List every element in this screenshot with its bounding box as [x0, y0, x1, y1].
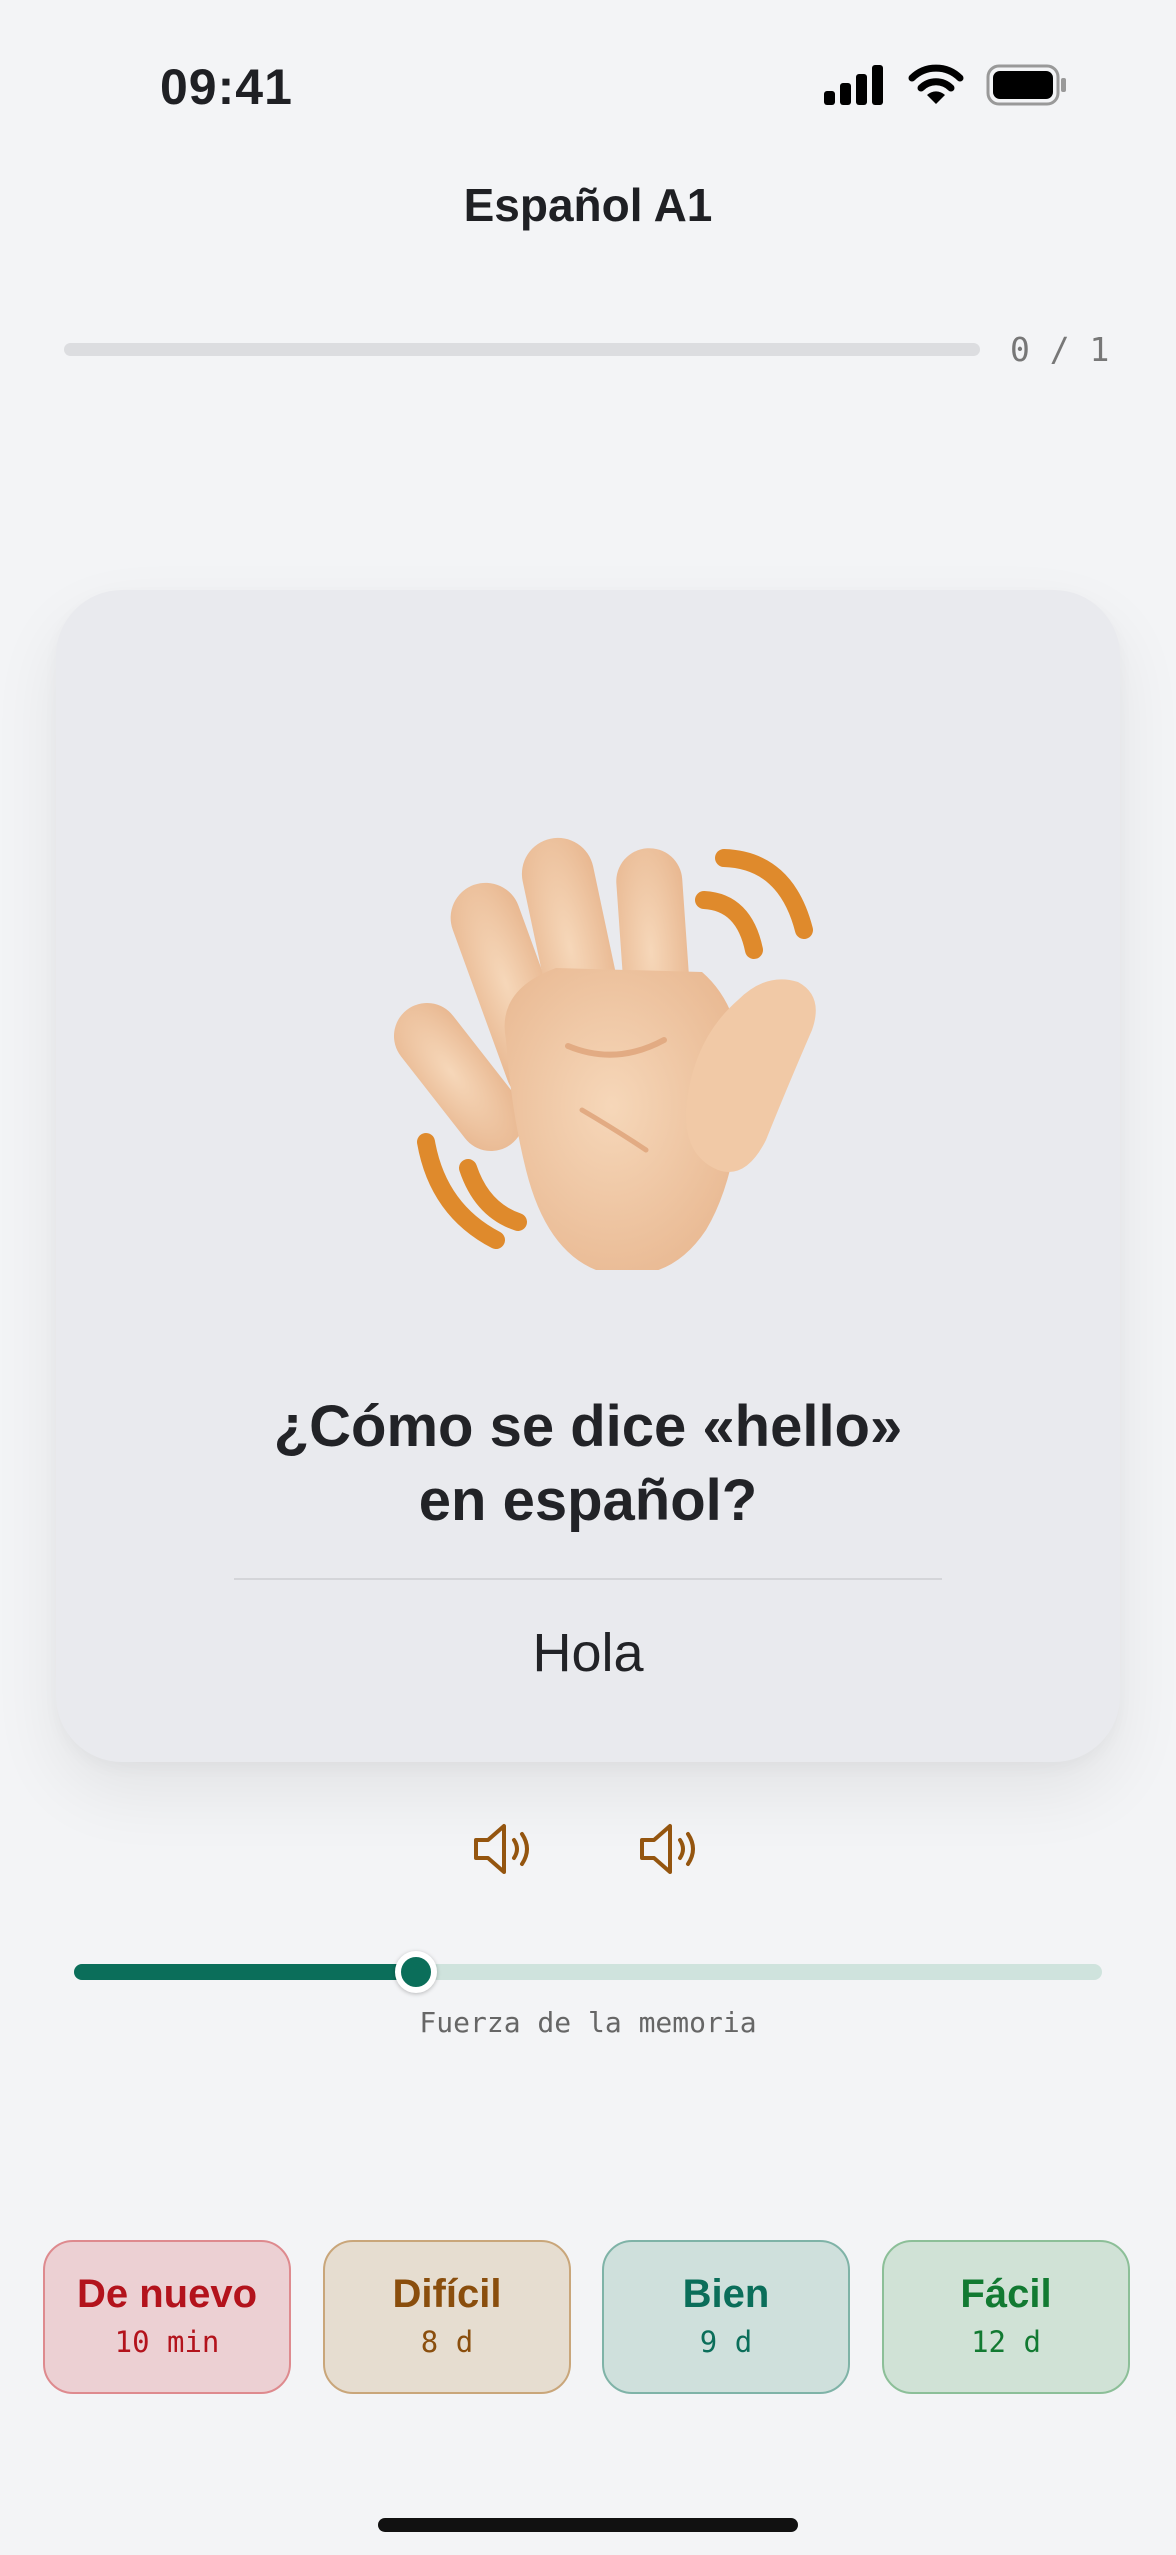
wifi-icon: [908, 64, 964, 104]
grade-interval: 9 d: [699, 2325, 753, 2359]
card-divider: [234, 1578, 942, 1580]
battery-icon: [986, 64, 1066, 106]
speaker-icon: [640, 1824, 695, 1874]
play-audio-button[interactable]: [470, 1818, 540, 1880]
grade-label: Fácil: [960, 2272, 1052, 2316]
grade-hard-button[interactable]: Difícil 8 d: [323, 2240, 571, 2394]
progress-counter: 0 / 1: [1010, 330, 1110, 369]
memory-strength-slider[interactable]: [74, 1951, 1102, 1993]
question-text: ¿Cómo se dice «hello» en español?: [273, 1394, 903, 1533]
flashcard-question: ¿Cómo se dice «hello» en español?: [56, 1390, 1120, 1538]
page-title: Español A1: [463, 179, 713, 231]
grade-interval: 10 min: [114, 2325, 220, 2359]
status-bar: 09:41: [0, 0, 1176, 170]
progress-bar: [64, 343, 980, 356]
grade-good-button[interactable]: Bien 9 d: [602, 2240, 850, 2394]
memory-strength-label: Fuerza de la memoria: [419, 2006, 757, 2039]
speaker-icon: [474, 1824, 529, 1874]
cellular-signal-icon: [824, 65, 883, 105]
grade-easy-button[interactable]: Fácil 12 d: [882, 2240, 1130, 2394]
grade-interval: 12 d: [971, 2325, 1041, 2359]
flashcard-answer: Hola: [532, 1623, 644, 1683]
waving-hand-icon: [393, 837, 816, 1270]
home-indicator: [378, 2518, 798, 2532]
memory-strength-fill: [74, 1964, 417, 1980]
grade-again-button[interactable]: De nuevo 10 min: [43, 2240, 291, 2394]
play-slow-audio-button[interactable]: [636, 1818, 706, 1880]
grade-label: De nuevo: [76, 2272, 258, 2316]
status-icons: [824, 64, 1068, 106]
grade-interval: 8 d: [420, 2325, 474, 2359]
status-time: 09:41: [160, 59, 293, 115]
memory-strength-thumb[interactable]: [395, 1951, 438, 1993]
grade-label: Difícil: [392, 2272, 502, 2316]
flashcard[interactable]: ¿Cómo se dice «hello» en español? Hola: [56, 590, 1120, 1762]
grade-label: Bien: [682, 2272, 770, 2316]
